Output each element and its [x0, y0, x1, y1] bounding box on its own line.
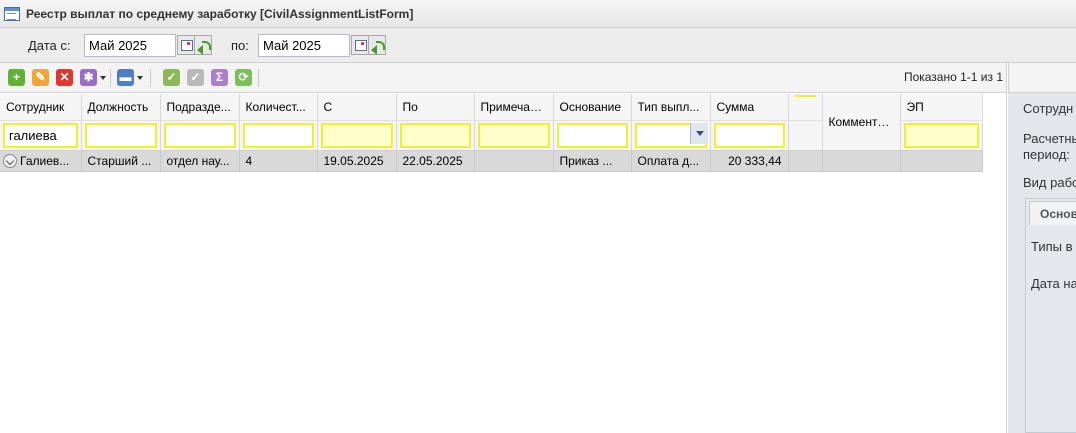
date-from-calendar-icon[interactable] — [177, 35, 195, 55]
table-cell: отдел нау... — [160, 150, 240, 172]
grid-panel: + ✎ ✕ ✱ ▬ ✓ ✓ Σ ⟳ Показано 1-1 из 1 Сотр… — [0, 63, 1007, 433]
payments-grid: Сотрудник Должность Подразде... Количест… — [0, 94, 983, 172]
grid-toolbar: + ✎ ✕ ✱ ▬ ✓ ✓ Σ ⟳ Показано 1-1 из 1 — [0, 63, 1006, 93]
column-header-marker[interactable] — [788, 94, 823, 121]
work-type-label: Вид рабо — [1023, 175, 1076, 190]
employee-label: Сотрудн — [1023, 101, 1074, 116]
column-header[interactable]: С — [317, 94, 397, 121]
unsign-icon[interactable]: ✓ — [187, 69, 204, 86]
print-icon[interactable]: ▬ — [117, 69, 134, 86]
column-header[interactable]: Примечан... — [474, 94, 554, 121]
date-from-label: Дата с: — [28, 38, 71, 53]
table-cell — [788, 150, 823, 172]
table-row[interactable]: Галиев... Старший ... отдел нау... 4 19.… — [0, 150, 983, 172]
table-cell — [474, 150, 554, 172]
actions-icon[interactable]: ✱ — [80, 69, 97, 86]
quantity-filter-input[interactable] — [242, 122, 314, 148]
table-cell: Оплата д... — [631, 150, 711, 172]
table-cell: 20 333,44 — [710, 150, 789, 172]
marker-filter-cell — [788, 120, 823, 151]
basis-filter-input[interactable] — [556, 122, 628, 148]
sum-icon[interactable]: Σ — [211, 69, 228, 86]
filter-marker-line — [794, 94, 816, 97]
tab-main[interactable]: Основ — [1029, 201, 1076, 225]
column-header[interactable]: Сумма — [710, 94, 789, 121]
date-label: Дата на — [1031, 276, 1076, 291]
delete-icon[interactable]: ✕ — [56, 69, 73, 86]
table-cell: 22.05.2025 — [396, 150, 475, 172]
chevron-down-icon[interactable] — [689, 122, 708, 144]
refresh-icon[interactable]: ⟳ — [235, 69, 252, 86]
expand-row-icon[interactable] — [3, 153, 17, 168]
date-from-input[interactable]: Май 2025 — [84, 34, 176, 57]
payment-types-label: Типы в — [1031, 239, 1073, 254]
column-header[interactable]: По — [396, 94, 475, 121]
table-cell: Галиев... — [20, 153, 70, 168]
table-cell: 4 — [239, 150, 318, 172]
period-label-2: период: — [1023, 147, 1070, 162]
window-titlebar: Реестр выплат по среднему заработку [Civ… — [0, 0, 1076, 28]
department-filter-input[interactable] — [163, 122, 236, 148]
date-to-calendar-icon[interactable] — [351, 35, 369, 55]
edit-icon[interactable]: ✎ — [32, 69, 49, 86]
period-label: Расчетны — [1023, 131, 1076, 146]
toolbar-separator — [150, 69, 151, 87]
toolbar-separator — [110, 69, 111, 87]
window-icon — [4, 6, 20, 21]
column-header[interactable]: Тип выпл... — [631, 94, 711, 121]
position-filter-input[interactable] — [84, 122, 157, 148]
window-title: Реестр выплат по среднему заработку [Civ… — [26, 6, 414, 21]
amount-filter-input[interactable] — [713, 122, 785, 148]
actions-dropdown-icon[interactable] — [100, 76, 106, 80]
column-header[interactable]: Количест... — [239, 94, 318, 121]
column-header[interactable]: Коммента... — [822, 94, 901, 151]
date-to-label: по: — [231, 38, 249, 53]
date-filter-bar: Дата с: Май 2025 по: Май 2025 — [0, 28, 1076, 63]
side-panel-header — [1008, 63, 1076, 93]
add-icon[interactable]: + — [8, 69, 25, 86]
signature-filter-input[interactable] — [903, 122, 979, 148]
toolbar-separator — [258, 69, 259, 87]
table-cell: 19.05.2025 — [317, 150, 397, 172]
column-header[interactable]: Основание — [553, 94, 632, 121]
date-to-reset-icon[interactable] — [368, 35, 386, 55]
table-cell: Старший ... — [81, 150, 161, 172]
column-header[interactable]: Подразде... — [160, 94, 240, 121]
print-dropdown-icon[interactable] — [137, 76, 143, 80]
column-header[interactable]: Сотрудник — [0, 94, 82, 121]
paging-info: Показано 1-1 из 1 — [903, 70, 1003, 84]
column-header[interactable]: Должность — [81, 94, 161, 121]
date-from-filter-input[interactable] — [320, 122, 393, 148]
employee-filter-input[interactable] — [3, 122, 78, 148]
side-panel-tabbox: Основ Типы в Дата на — [1025, 198, 1076, 433]
note-filter-input[interactable] — [477, 122, 550, 148]
date-from-reset-icon[interactable] — [194, 35, 212, 55]
table-cell — [900, 150, 983, 172]
table-cell: Приказ ... — [553, 150, 632, 172]
column-header[interactable]: ЭП — [900, 94, 983, 121]
table-cell — [822, 150, 901, 172]
sign-icon[interactable]: ✓ — [163, 69, 180, 86]
header-row: Сотрудник Должность Подразде... Количест… — [0, 94, 983, 151]
detail-side-panel: Сотрудн Расчетны период: Вид рабо Основ … — [1008, 63, 1076, 433]
date-to-input[interactable]: Май 2025 — [258, 34, 350, 57]
date-to-filter-input[interactable] — [399, 122, 471, 148]
